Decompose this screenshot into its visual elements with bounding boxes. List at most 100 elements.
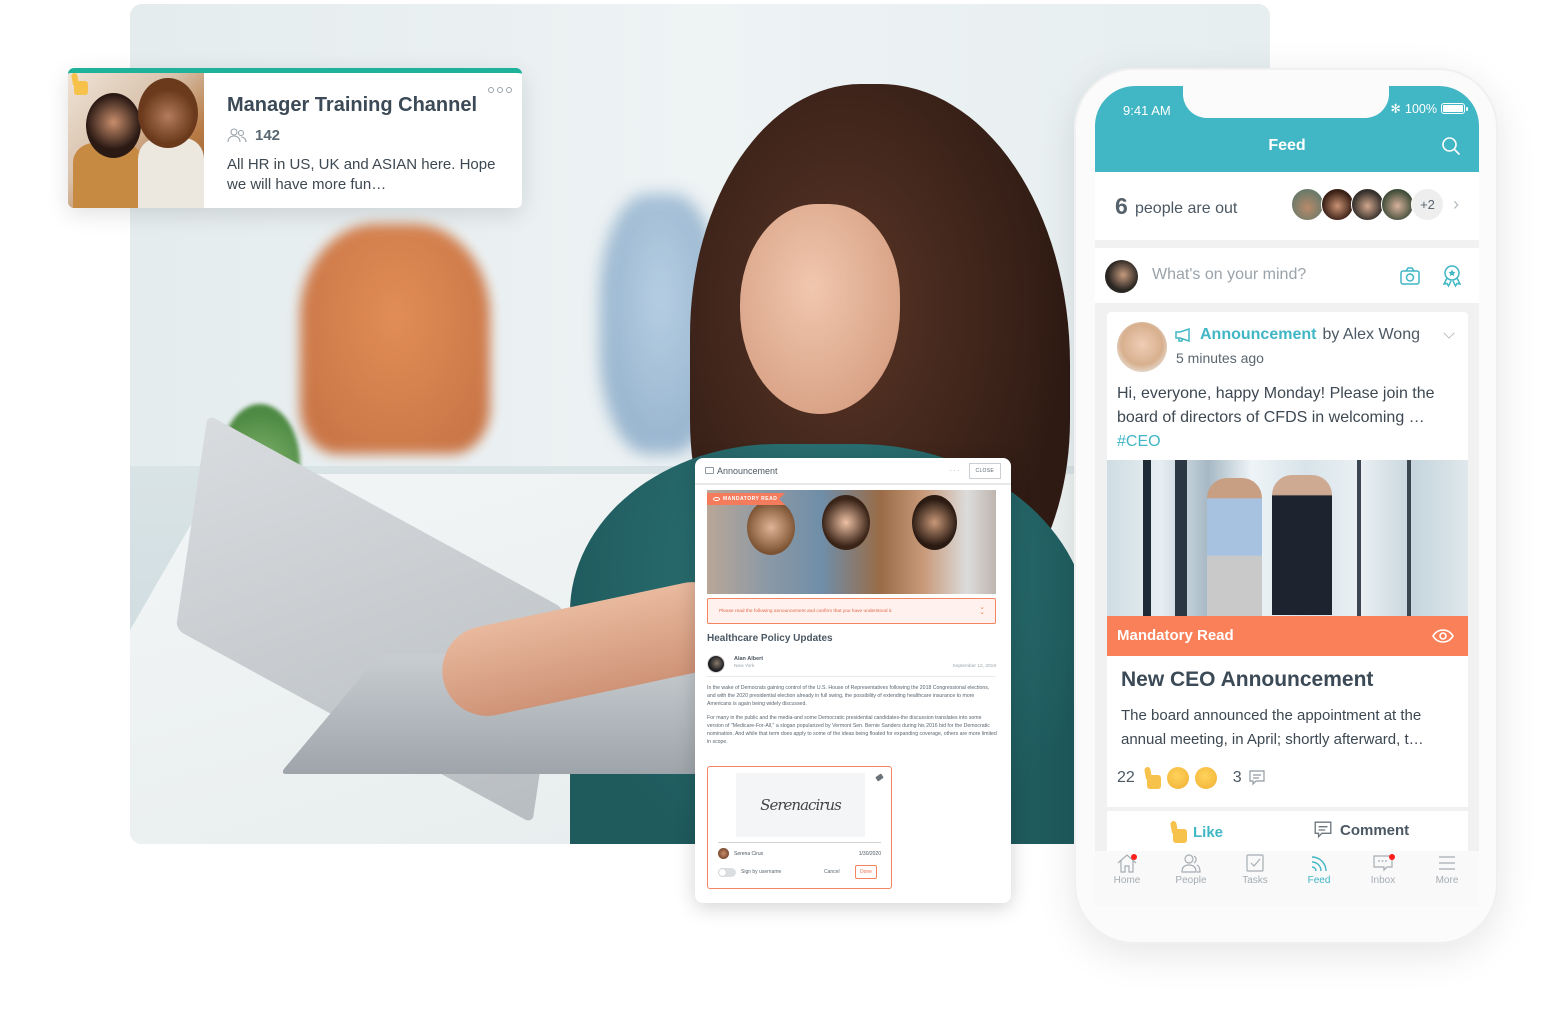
eraser-icon[interactable] [875,773,884,782]
tab-inbox[interactable]: Inbox [1351,853,1415,886]
image-person [1272,475,1332,615]
chevron-down-icon[interactable]: ⌄ ⌄ [979,604,985,616]
signature-divider [718,842,881,843]
people-out-label: people are out [1135,200,1238,217]
chevron-right-icon[interactable]: › [1453,194,1459,215]
post-text-body: Hi, everyone, happy Monday! Please join … [1117,385,1435,426]
people-out-avatars: +2 [1291,188,1444,221]
app-header: 9:41 AM ✻ 100% Feed [1095,86,1479,172]
people-out-summary[interactable]: 6 people are out +2 › [1095,172,1479,240]
award-icon[interactable] [1441,264,1463,288]
composer-input[interactable]: What's on your mind? [1152,266,1306,284]
more-options-icon[interactable]: ··· [950,466,961,475]
more-options-icon[interactable] [488,87,512,93]
notification-dot [1389,854,1395,860]
channel-members: 142 [227,127,280,144]
chevron-down-icon[interactable] [1443,327,1455,339]
signed-date: 1/30/2020 [858,851,881,857]
announcement-cover-image [707,490,996,594]
post-author: by Alex Wong [1322,326,1420,343]
post-reactions[interactable]: 22 3 [1117,767,1266,789]
tasks-icon [1246,854,1264,872]
signer-name: Serena Cirus [734,850,764,857]
author-location: New York [734,664,755,669]
battery-percent: 100% [1405,101,1437,116]
image-window-frame [1407,460,1411,616]
tab-home[interactable]: Home [1095,853,1159,886]
signature-box: Serenacirus Serena Cirus 1/30/2020 Sign … [707,766,892,889]
channel-title: Manager Training Channel [227,94,478,116]
tab-more[interactable]: More [1415,853,1479,886]
post-image[interactable] [1107,460,1468,616]
author-name: Alan Albert [734,656,764,662]
thumbs-up-icon [1141,767,1161,789]
confirmation-notice-text: Please read the following announcement a… [719,608,893,614]
hashtag-link[interactable]: #CEO [1117,433,1161,450]
avatar [707,655,725,673]
post-headline: New CEO Announcement [1121,668,1374,691]
image-window-frame [1175,460,1187,616]
channel-description: All HR in US, UK and ASIAN here. Hope we… [227,156,496,193]
sign-by-username-toggle[interactable] [718,868,736,877]
avatar [1381,188,1414,221]
tab-label: Tasks [1242,875,1268,886]
comment-icon [1314,821,1332,839]
member-count: 142 [255,127,281,144]
cancel-button[interactable]: Cancel [824,869,840,875]
people-icon [1181,854,1201,873]
announcement-paragraph: For many in the public and the media-and… [707,715,997,745]
done-button[interactable]: Done [855,865,877,879]
post-actions: Like Comment [1107,807,1468,851]
post-header: Announcement by Alex Wong [1174,326,1420,344]
announcement-panel: Announcement ··· CLOSE MANDATORY READ Pl… [695,458,1011,903]
menu-icon [1439,856,1455,870]
thumbnail-figure [86,93,141,158]
like-label: Like [1193,823,1224,841]
avatar [1321,188,1354,221]
tab-tasks[interactable]: Tasks [1223,853,1287,886]
announcement-author: Alan Albert New York September 12, 2019 [707,655,996,677]
page-title: Feed [1268,137,1306,154]
mandatory-read-badge: MANDATORY READ [707,493,786,505]
image-person [1207,478,1262,616]
tab-label: People [1175,875,1207,886]
thumbs-up-icon [1167,821,1187,843]
like-button[interactable]: Like [1167,821,1223,843]
phone-notch [1183,86,1389,118]
avatar [1105,260,1138,293]
thumbnail-figure [138,78,198,148]
eye-icon [1432,629,1454,643]
channel-thumbnail [68,73,204,208]
close-button[interactable]: CLOSE [968,462,1001,479]
bluetooth-icon: ✻ [1390,102,1402,116]
image-window-frame [1143,460,1151,616]
tab-feed[interactable]: Feed [1287,853,1351,886]
comment-button[interactable]: Comment [1313,821,1409,839]
feed-post[interactable]: Announcement by Alex Wong 5 minutes ago … [1107,312,1468,812]
announcement-title: Healthcare Policy Updates [707,633,833,644]
tab-label: Inbox [1370,875,1396,886]
photo-woman-face [740,204,900,414]
photo-background-person [300,224,490,454]
confirmation-notice[interactable]: Please read the following announcement a… [707,598,996,624]
signer: Serena Cirus [718,848,763,859]
phone-screen: 9:41 AM ✻ 100% Feed 6 people are out +2 … [1095,86,1479,906]
post-composer[interactable]: What's on your mind? [1095,248,1479,303]
status-time: 9:41 AM [1123,103,1171,118]
tab-people[interactable]: People [1159,853,1223,886]
sign-by-username-label: Sign by username [741,869,782,875]
thumbnail-figure [138,138,204,208]
channel-card[interactable]: Manager Training Channel 142 All HR in U… [68,68,522,208]
mandatory-read-badge-label: MANDATORY READ [723,496,778,502]
announcement-panel-header: Announcement ··· CLOSE [695,458,1011,485]
signature-pad[interactable]: Serenacirus [736,773,865,837]
search-icon[interactable] [1441,136,1461,156]
crying-emoji-icon [1194,767,1217,789]
cover-figure [747,500,795,555]
post-type-link[interactable]: Announcement [1200,326,1316,344]
avatar[interactable] [1117,322,1167,372]
laughing-emoji-icon [1166,767,1189,789]
announcement-panel-title: Announcement [717,465,778,476]
tab-label: More [1435,875,1459,886]
camera-icon[interactable] [1399,265,1421,287]
